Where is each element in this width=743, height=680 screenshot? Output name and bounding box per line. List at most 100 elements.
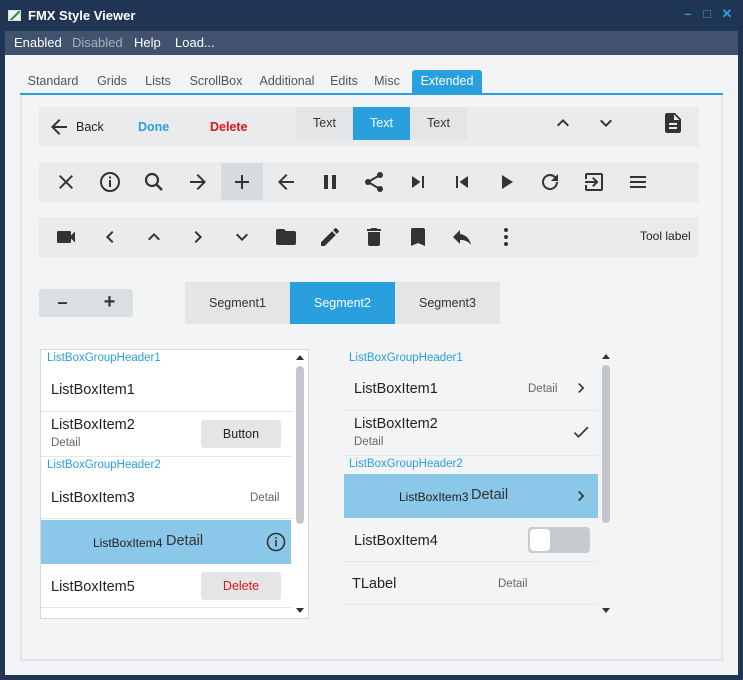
list-item-detail: Detail xyxy=(471,487,509,503)
tab-additional[interactable]: Additional xyxy=(252,70,322,94)
tab-strip: Standard Grids Lists ScrollBox Additiona… xyxy=(20,70,723,95)
back-arrow-icon[interactable] xyxy=(47,115,71,139)
bookmark-icon[interactable] xyxy=(406,225,430,249)
segment-1[interactable]: Segment1 xyxy=(185,282,290,324)
text-segmented-control: Text Text Text xyxy=(296,107,467,140)
skip-previous-icon[interactable] xyxy=(450,170,474,194)
list-item[interactable]: ListBoxItem4 xyxy=(344,518,598,562)
search-icon[interactable] xyxy=(142,170,166,194)
minimize-button[interactable]: – xyxy=(681,7,695,21)
listbox-left: ListBoxGroupHeader1 ListBoxItem1 ListBox… xyxy=(40,349,309,619)
listbox-group-header: ListBoxGroupHeader2 xyxy=(349,458,463,470)
list-item[interactable]: ListBoxItem2 Detail Button xyxy=(41,412,292,457)
tab-misc[interactable]: Misc xyxy=(372,70,402,94)
tab-edits[interactable]: Edits xyxy=(327,70,361,94)
trash-icon[interactable] xyxy=(362,225,386,249)
list-item-selected[interactable]: ListBoxItem3 Detail xyxy=(344,474,598,518)
scrollbar-thumb[interactable] xyxy=(296,366,304,524)
checkmark-icon xyxy=(571,422,591,442)
list-item-detail: Detail xyxy=(166,533,204,549)
maximize-button[interactable]: □ xyxy=(700,7,714,21)
tab-grids[interactable]: Grids xyxy=(92,70,132,94)
close-icon[interactable] xyxy=(54,170,78,194)
list-item-selected[interactable]: ListBoxItem4 Detail xyxy=(41,520,291,564)
folder-icon[interactable] xyxy=(274,225,298,249)
back-button[interactable]: Back xyxy=(76,120,104,134)
text-segment-1[interactable]: Text xyxy=(296,107,353,140)
list-item-button[interactable]: Button xyxy=(201,420,281,448)
listbox-group-header: ListBoxGroupHeader2 xyxy=(47,459,161,471)
toggle-switch[interactable] xyxy=(528,527,590,553)
close-window-button[interactable]: ✕ xyxy=(720,7,734,21)
segment-3[interactable]: Segment3 xyxy=(395,282,500,324)
list-item-label: ListBoxItem1 xyxy=(51,382,135,398)
chevron-left-icon[interactable] xyxy=(98,225,122,249)
pause-icon[interactable] xyxy=(318,170,342,194)
reply-icon[interactable] xyxy=(450,225,474,249)
scrollbar-thumb[interactable] xyxy=(602,365,610,523)
list-item[interactable]: ListBoxItem1 xyxy=(41,368,292,412)
chevron-down-icon[interactable] xyxy=(594,111,618,135)
scroll-up-arrow-icon[interactable] xyxy=(296,355,304,360)
segmented-control: Segment1 Segment2 Segment3 xyxy=(185,282,500,324)
arrow-left-icon[interactable] xyxy=(274,170,298,194)
list-item[interactable]: ListBoxItem5 Delete xyxy=(41,564,292,608)
stepper-plus-button[interactable]: + xyxy=(86,289,133,317)
list-item-detail: Detail xyxy=(498,578,528,590)
spin-stepper: – + xyxy=(39,289,133,317)
document-icon[interactable] xyxy=(661,111,685,135)
info-icon[interactable] xyxy=(264,530,288,554)
info-icon[interactable] xyxy=(98,170,122,194)
tlabel: TLabel xyxy=(352,576,397,592)
list-item-detail: Detail xyxy=(51,437,81,449)
toolbar-actions xyxy=(39,162,699,202)
menu-help[interactable]: Help xyxy=(134,35,161,50)
listbox-group-header: ListBoxGroupHeader1 xyxy=(47,352,161,364)
tab-standard[interactable]: Standard xyxy=(24,70,82,94)
menu-bar: Enabled Disabled Help Load... xyxy=(5,31,738,55)
menu-icon[interactable] xyxy=(626,170,650,194)
menu-load[interactable]: Load... xyxy=(175,35,215,50)
list-item-label: ListBoxItem3 xyxy=(399,490,469,504)
chevron-up-icon[interactable] xyxy=(551,111,575,135)
scroll-up-arrow-icon[interactable] xyxy=(602,354,610,359)
toolbar-navigation: Back Done Delete Text Text Text xyxy=(39,107,699,147)
play-icon[interactable] xyxy=(494,170,518,194)
list-item[interactable]: ListBoxItem1 Detail xyxy=(344,368,598,411)
chevron-right-icon[interactable] xyxy=(186,225,210,249)
window-title: FMX Style Viewer xyxy=(28,8,136,23)
plus-icon[interactable] xyxy=(230,170,254,194)
video-camera-icon[interactable] xyxy=(54,225,78,249)
tab-extended[interactable]: Extended xyxy=(412,70,482,94)
chevron-down-small-icon[interactable] xyxy=(230,225,254,249)
share-icon[interactable] xyxy=(362,170,386,194)
list-item[interactable]: ListBoxItem2 Detail xyxy=(344,411,598,456)
stepper-minus-button[interactable]: – xyxy=(39,289,86,317)
list-item-delete-button[interactable]: Delete xyxy=(201,572,281,600)
chevron-up-small-icon[interactable] xyxy=(142,225,166,249)
scroll-down-arrow-icon[interactable] xyxy=(602,608,610,613)
scroll-down-arrow-icon[interactable] xyxy=(296,608,304,613)
menu-enabled[interactable]: Enabled xyxy=(14,35,62,50)
refresh-icon[interactable] xyxy=(538,170,562,194)
tab-scrollbox[interactable]: ScrollBox xyxy=(183,70,249,94)
arrow-right-icon[interactable] xyxy=(186,170,210,194)
list-item-label: ListBoxItem4 xyxy=(93,536,163,550)
done-button[interactable]: Done xyxy=(138,120,169,134)
text-segment-3[interactable]: Text xyxy=(410,107,467,140)
menu-disabled: Disabled xyxy=(72,35,123,50)
delete-button[interactable]: Delete xyxy=(210,120,248,134)
text-segment-2[interactable]: Text xyxy=(353,107,410,140)
pencil-icon[interactable] xyxy=(318,225,342,249)
list-item[interactable]: ListBoxItem3 Detail xyxy=(41,475,292,519)
exit-icon[interactable] xyxy=(582,170,606,194)
extended-panel: Back Done Delete Text Text Text Tool lab… xyxy=(20,95,723,661)
tab-lists[interactable]: Lists xyxy=(140,70,176,94)
list-item-detail: Detail xyxy=(354,436,384,448)
more-vertical-icon[interactable] xyxy=(494,225,518,249)
segment-2[interactable]: Segment2 xyxy=(290,282,395,324)
list-item-detail: Detail xyxy=(250,492,280,504)
skip-next-icon[interactable] xyxy=(406,170,430,194)
list-item[interactable]: TLabel Detail xyxy=(344,562,598,605)
toolbar-tools: Tool label xyxy=(39,217,699,257)
